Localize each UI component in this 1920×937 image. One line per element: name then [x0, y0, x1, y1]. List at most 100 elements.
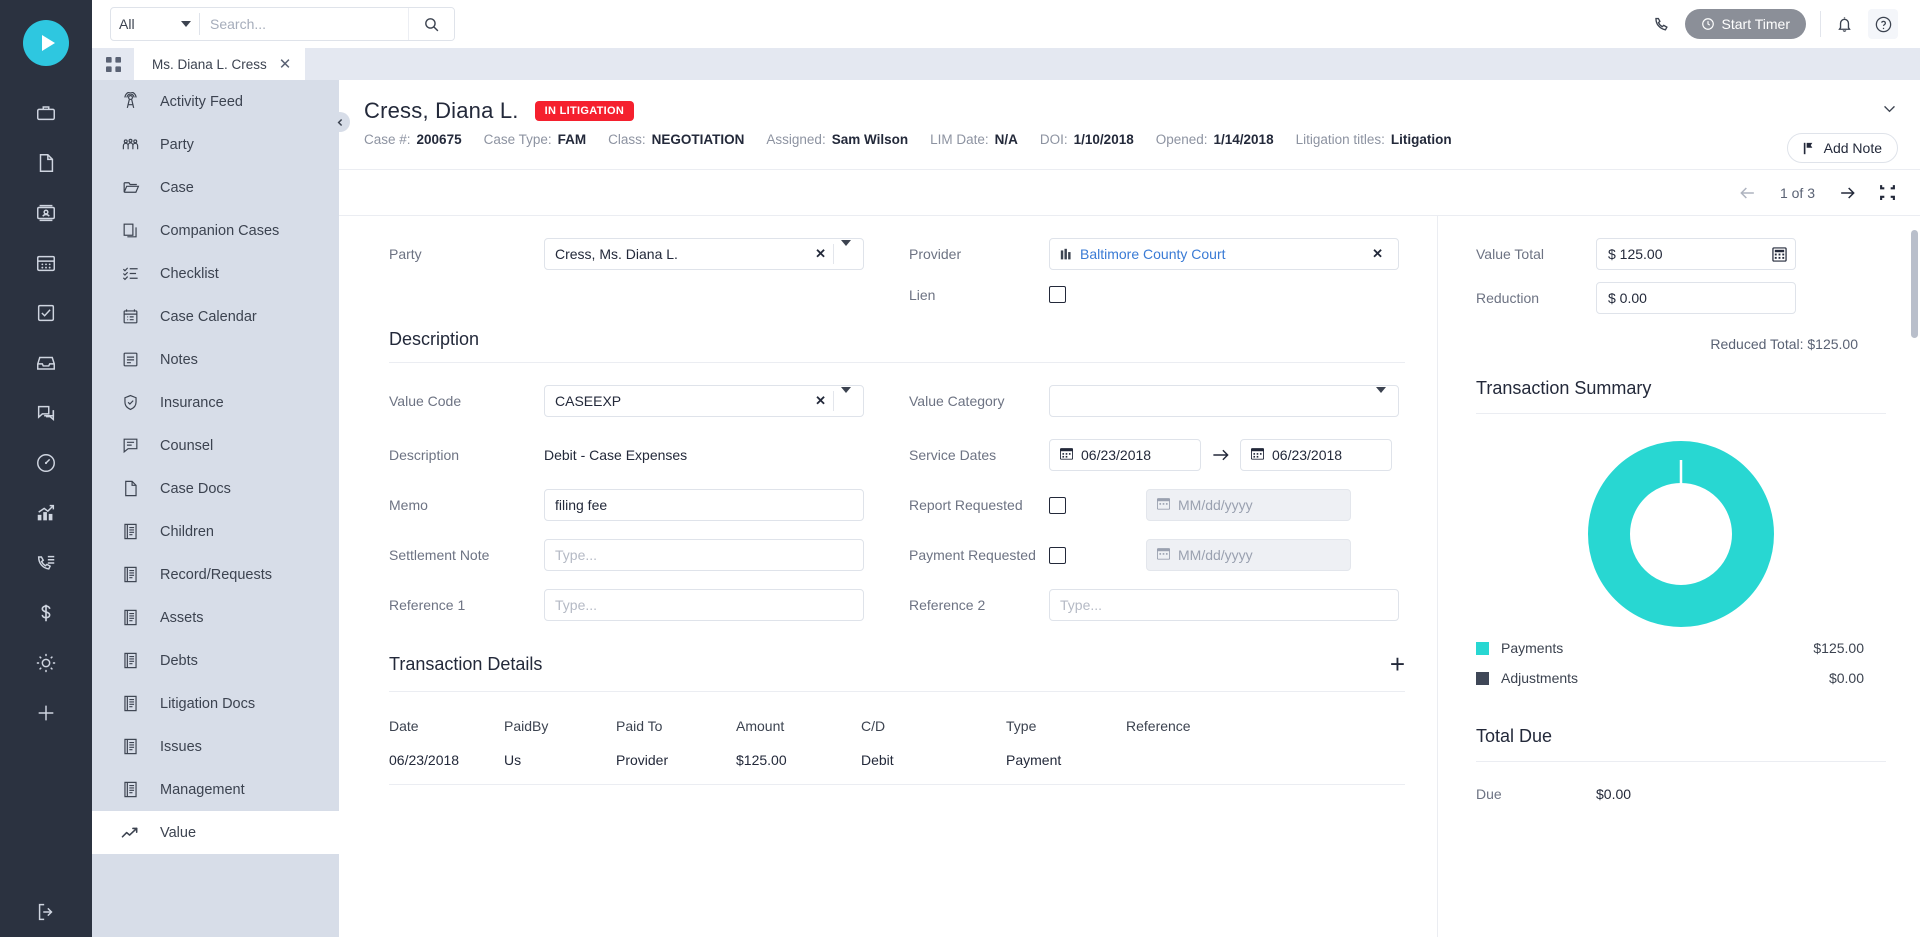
provider-label: Provider — [909, 246, 962, 262]
table-row[interactable]: 06/23/2018 Us Provider $125.00 Debit Pay… — [389, 752, 1405, 785]
sidebar-item-activity-feed[interactable]: Activity Feed — [92, 80, 339, 123]
payment-requested-checkbox[interactable] — [1049, 546, 1066, 564]
phone-icon[interactable] — [1652, 15, 1671, 34]
chevron-down-icon[interactable] — [834, 240, 855, 262]
sidebar-item-case-calendar[interactable]: Case Calendar — [92, 295, 339, 338]
value-total-input[interactable]: $ 125.00 — [1596, 238, 1796, 270]
close-icon[interactable]: ✕ — [279, 57, 292, 72]
sidebar-item-counsel[interactable]: Counsel — [92, 424, 339, 467]
clear-icon[interactable]: ✕ — [808, 246, 833, 262]
search-scope-select[interactable]: All — [111, 8, 199, 40]
search-input[interactable] — [200, 8, 408, 40]
sidebar-item-case[interactable]: Case — [92, 166, 339, 209]
sidebar-item-label: Debts — [160, 652, 198, 669]
help-icon[interactable] — [1868, 9, 1898, 39]
sidebar-item-debts[interactable]: Debts — [92, 639, 339, 682]
settlement-note-input[interactable]: Type... — [544, 539, 864, 571]
sidebar-item-case-docs[interactable]: Case Docs — [92, 467, 339, 510]
sidebar-item-label: Management — [160, 781, 245, 798]
description-row: Description Debit - Case Expenses Servic… — [389, 439, 1405, 471]
payment-requested-group: Payment Requested MM/dd/yyyy — [909, 539, 1351, 571]
tab-case-diana-cress[interactable]: Ms. Diana L. Cress ✕ — [134, 48, 306, 80]
chevron-down-icon[interactable] — [834, 387, 855, 409]
sidebar-item-notes[interactable]: Notes — [92, 338, 339, 381]
search-button[interactable] — [408, 8, 454, 40]
col-type: Type — [1006, 718, 1037, 734]
meta-value: Sam Wilson — [831, 132, 909, 147]
sidebar-item-children[interactable]: Children — [92, 510, 339, 553]
col-paidby: PaidBy — [504, 718, 549, 734]
sidebar-item-party[interactable]: Party — [92, 123, 339, 166]
chat-icon[interactable] — [0, 388, 92, 438]
report-requested-date[interactable]: MM/dd/yyyy — [1146, 489, 1351, 521]
checkbox-icon[interactable] — [0, 288, 92, 338]
logout-icon[interactable] — [0, 901, 92, 923]
arrow-right-icon[interactable] — [1837, 183, 1857, 203]
sidebar-item-issues[interactable]: Issues — [92, 725, 339, 768]
col-date: Date — [389, 718, 419, 734]
people-icon — [120, 135, 140, 154]
briefcase-icon[interactable] — [0, 88, 92, 138]
sidebar-item-management[interactable]: Management — [92, 768, 339, 811]
sidebar-item-insurance[interactable]: Insurance — [92, 381, 339, 424]
grid-icon[interactable] — [92, 48, 134, 80]
sidebar-item-record-requests[interactable]: Record/Requests — [92, 553, 339, 596]
gear-icon[interactable] — [0, 638, 92, 688]
growth-chart-icon[interactable] — [0, 488, 92, 538]
chevron-down-icon[interactable] — [1369, 387, 1390, 409]
dollar-icon[interactable] — [0, 588, 92, 638]
report-requested-checkbox[interactable] — [1049, 496, 1066, 514]
calendar-icon[interactable] — [0, 238, 92, 288]
cell-amount: $125.00 — [736, 752, 787, 768]
arrow-left-icon[interactable] — [1738, 183, 1758, 203]
clear-icon[interactable]: ✕ — [1365, 246, 1390, 262]
chevron-down-icon[interactable] — [1881, 100, 1898, 122]
divider — [389, 362, 1405, 363]
clear-icon[interactable]: ✕ — [808, 393, 833, 409]
play-logo-icon[interactable] — [23, 20, 69, 66]
phone-list-icon[interactable] — [0, 538, 92, 588]
cell-paidby: Us — [504, 752, 522, 768]
legend-label-payments: Payments — [1501, 640, 1564, 656]
description-value: Debit - Case Expenses — [544, 447, 688, 463]
document-icon[interactable] — [0, 138, 92, 188]
contact-card-icon[interactable] — [0, 188, 92, 238]
sidebar-item-litigation-docs[interactable]: Litigation Docs — [92, 682, 339, 725]
collapse-icon[interactable] — [1879, 184, 1896, 201]
lien-checkbox[interactable] — [1049, 286, 1066, 303]
meta-key: Case Type: — [483, 132, 552, 147]
add-transaction-button[interactable]: + — [1390, 651, 1405, 677]
plus-icon[interactable] — [0, 688, 92, 738]
service-date-from[interactable]: 06/23/2018 — [1049, 439, 1201, 471]
reference2-input[interactable]: Type... — [1049, 589, 1399, 621]
sidebar-item-companion-cases[interactable]: Companion Cases — [92, 209, 339, 252]
sidebar-item-label: Companion Cases — [160, 222, 280, 239]
service-date-to[interactable]: 06/23/2018 — [1240, 439, 1392, 471]
value-form-panel: Party Cress, Ms. Diana L. ✕ Provider Bal… — [339, 216, 1438, 937]
party-select[interactable]: Cress, Ms. Diana L. ✕ — [544, 238, 864, 270]
report-requested-group: Report Requested MM/dd/yyyy — [909, 489, 1351, 521]
value-code-select[interactable]: CASEEXP ✕ — [544, 385, 864, 417]
provider-field[interactable]: Baltimore County Court ✕ — [1049, 238, 1399, 270]
payment-requested-date[interactable]: MM/dd/yyyy — [1146, 539, 1351, 571]
settlement-note-group: Settlement Note Type... — [389, 539, 909, 571]
reduction-input[interactable]: $ 0.00 — [1596, 282, 1796, 314]
start-timer-button[interactable]: Start Timer — [1684, 9, 1806, 39]
reference1-input[interactable]: Type... — [544, 589, 864, 621]
add-note-button[interactable]: Add Note — [1786, 133, 1898, 163]
memo-input[interactable]: filing fee — [544, 489, 864, 521]
sidebar-item-assets[interactable]: Assets — [92, 596, 339, 639]
scrollbar-thumb[interactable] — [1911, 230, 1918, 338]
inbox-icon[interactable] — [0, 338, 92, 388]
flag-icon — [1803, 142, 1812, 154]
sidebar-item-value[interactable]: Value — [92, 811, 339, 854]
calculator-icon[interactable] — [1772, 246, 1787, 262]
cell-type: Payment — [1006, 752, 1062, 768]
sidebar-item-checklist[interactable]: Checklist — [92, 252, 339, 295]
speedometer-icon[interactable] — [0, 438, 92, 488]
bell-icon[interactable] — [1835, 15, 1854, 34]
settlement-note-row: Settlement Note Type... Payment Requeste… — [389, 539, 1405, 571]
sidebar-collapse-toggle[interactable] — [330, 112, 350, 132]
status-badge: IN LITIGATION — [534, 101, 635, 121]
value-category-select[interactable] — [1049, 385, 1399, 417]
